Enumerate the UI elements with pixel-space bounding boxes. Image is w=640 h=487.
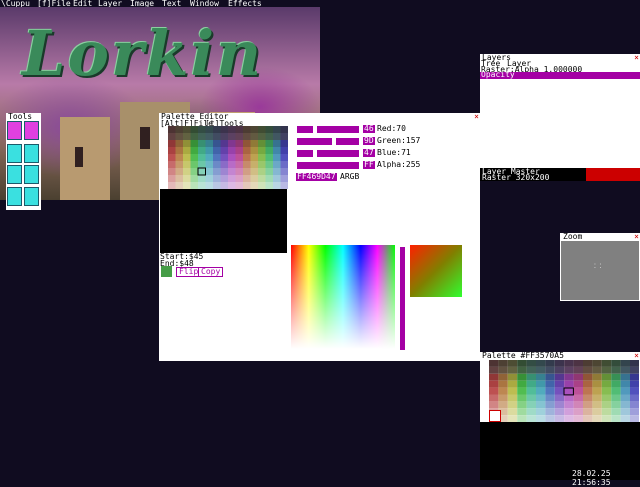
- palette-grid[interactable]: [168, 126, 288, 189]
- copy-button[interactable]: Copy: [198, 267, 224, 277]
- palette-title-text: Palette #FF3570A5: [482, 351, 564, 360]
- red-slider-left[interactable]: [297, 126, 313, 133]
- blue-slider[interactable]: [317, 150, 359, 157]
- palette-window: Palette #FF3570A5 ×: [480, 351, 640, 480]
- close-icon[interactable]: ×: [634, 232, 639, 241]
- zoom-view[interactable]: ⁚ ⁚: [561, 241, 639, 300]
- palette-title[interactable]: Palette #FF3570A5: [480, 352, 640, 360]
- crosshair-icon: ⁚ ⁚: [594, 263, 602, 270]
- tool-text[interactable]: [7, 187, 22, 206]
- opacity-slider[interactable]: Opacity: [480, 70, 640, 79]
- red-label: Red:70: [377, 124, 406, 133]
- logo-text: Lorkin: [22, 17, 264, 90]
- building-shape: [60, 117, 110, 200]
- green-hex[interactable]: 9D: [363, 137, 375, 145]
- tool-fill[interactable]: [24, 121, 39, 140]
- blue-hex[interactable]: 47: [363, 149, 375, 157]
- zoom-title[interactable]: Zoom: [560, 233, 640, 241]
- current-color-marker: [489, 410, 501, 422]
- tool-line[interactable]: [24, 144, 39, 163]
- close-icon[interactable]: ×: [634, 53, 639, 62]
- window-shape: [140, 127, 150, 149]
- tool-picker[interactable]: [24, 187, 39, 206]
- blue-label: Blue:71: [377, 148, 411, 157]
- palette-editor-window: Palette Editor × [Alt]F]File [t]Tools 46…: [159, 112, 480, 361]
- layer-master-info: Raster 320x200: [482, 173, 550, 182]
- brightness-slider[interactable]: [400, 247, 405, 350]
- close-icon[interactable]: ×: [634, 351, 639, 360]
- selected-color-swatch: [161, 266, 172, 277]
- hue-saturation-picker[interactable]: [291, 245, 395, 349]
- opacity-label: Opacity: [481, 70, 515, 79]
- tool-circle[interactable]: [24, 165, 39, 184]
- tools-window: Tools: [6, 113, 41, 210]
- zoom-window: Zoom × ⁚ ⁚: [560, 232, 640, 301]
- close-icon[interactable]: ×: [474, 112, 479, 121]
- alpha-hex[interactable]: FF: [363, 161, 375, 169]
- layers-window: Layers × Tree Layer Raster:Alpha 1.00000…: [480, 53, 640, 170]
- blue-slider-left[interactable]: [297, 150, 313, 157]
- tool-rect[interactable]: [7, 165, 22, 184]
- alpha-label: Alpha:255: [377, 160, 421, 169]
- color-square[interactable]: [410, 245, 462, 297]
- window-shape: [75, 147, 83, 167]
- green-slider-left[interactable]: [297, 138, 332, 145]
- green-label: Green:157: [377, 136, 421, 145]
- argb-value[interactable]: FF469D47: [296, 173, 337, 181]
- tools-title[interactable]: Tools: [6, 113, 41, 121]
- argb-label: ARGB: [340, 172, 360, 181]
- tool-select[interactable]: [7, 121, 22, 140]
- palette-preview-black: [160, 189, 287, 253]
- clock: 28.02.25 21:56:35: [572, 469, 611, 487]
- palette-grid[interactable]: [489, 360, 640, 423]
- layers-title[interactable]: Layers: [480, 54, 640, 62]
- red-hex[interactable]: 46: [363, 125, 375, 133]
- layer-master-color[interactable]: [586, 168, 640, 181]
- alpha-slider[interactable]: [297, 162, 359, 169]
- green-slider[interactable]: [336, 138, 359, 145]
- palette-grid-svg: [489, 360, 640, 423]
- red-slider[interactable]: [317, 126, 359, 133]
- palette-grid-svg: [168, 126, 288, 189]
- zoom-title-text: Zoom: [563, 232, 583, 241]
- tool-brush[interactable]: [7, 144, 22, 163]
- layer-master-window: Layer Master Raster 320x200: [480, 168, 640, 182]
